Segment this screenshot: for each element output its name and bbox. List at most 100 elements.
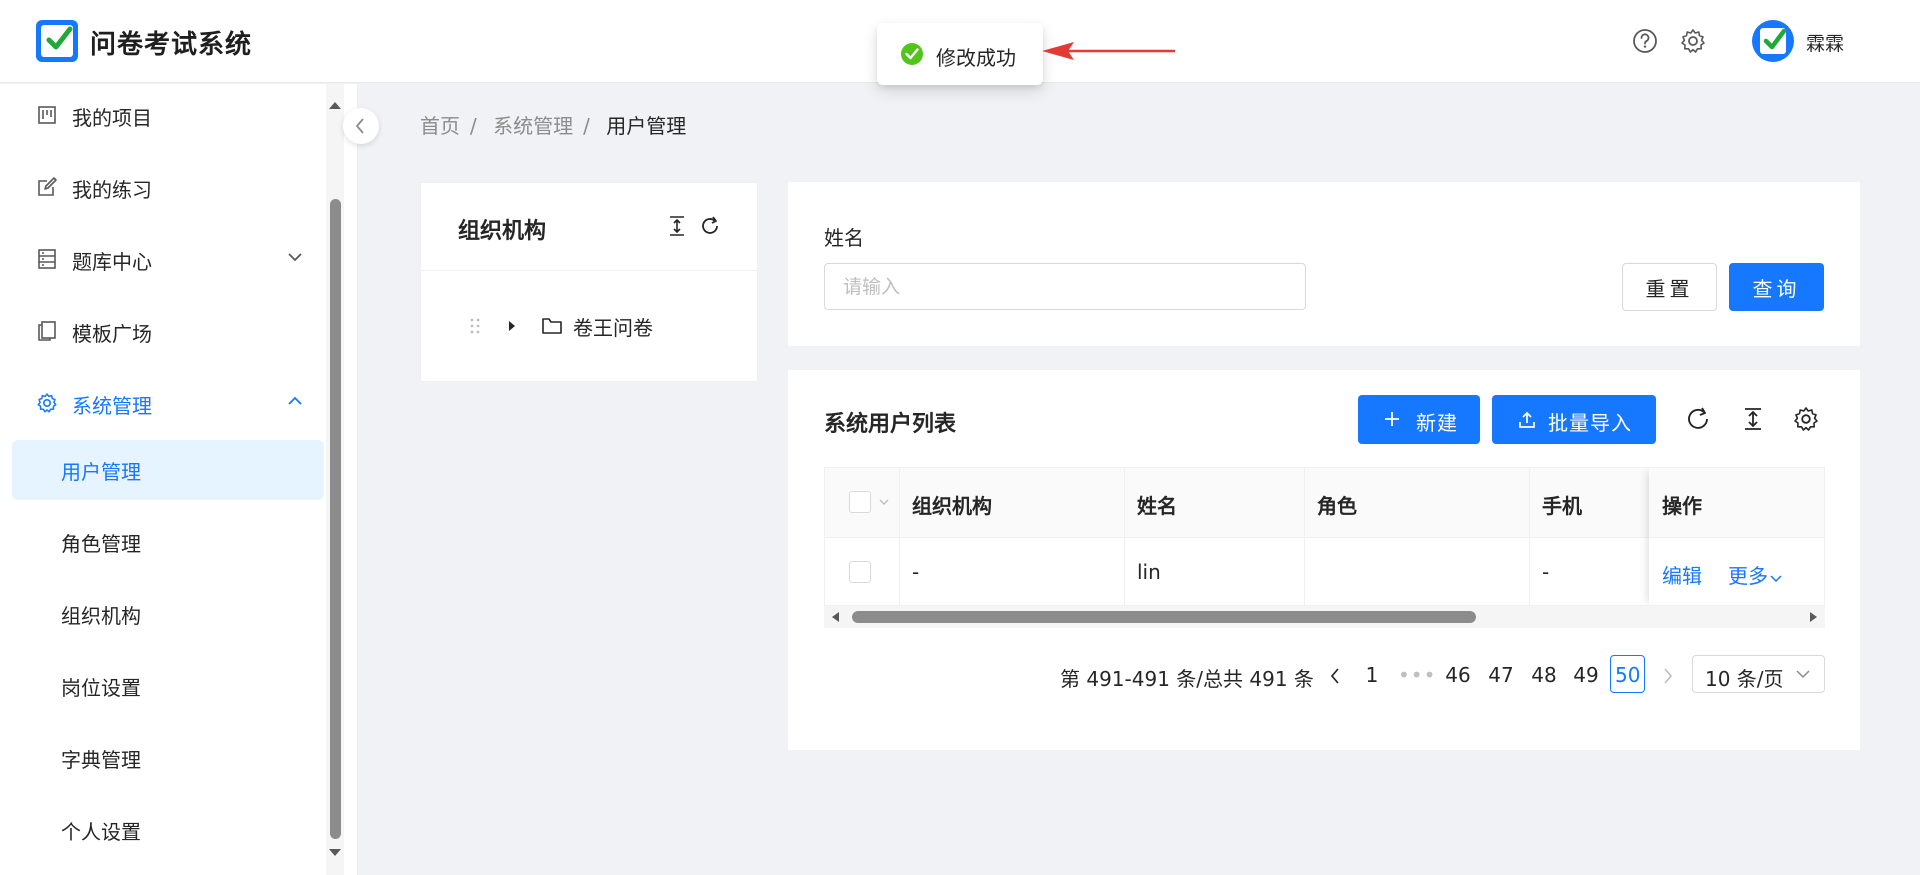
reload-icon[interactable] — [699, 215, 721, 237]
sidebar-subitem-label: 组织机构 — [61, 604, 141, 628]
gear-icon — [37, 393, 57, 413]
cell-role — [1305, 538, 1530, 605]
tree-node[interactable]: 卷王问卷 — [469, 311, 729, 341]
logo-icon — [36, 20, 78, 62]
success-toast: 修改成功 — [877, 23, 1043, 85]
sidebar-item-system-management[interactable]: 系统管理 — [12, 374, 324, 434]
copy-icon — [38, 321, 56, 341]
sidebar-subitem-positions[interactable]: 岗位设置 — [12, 656, 324, 716]
project-icon — [38, 106, 56, 124]
more-dropdown[interactable]: 更多 — [1728, 560, 1782, 589]
search-form: 姓名 重置 查询 — [788, 182, 1860, 346]
scrollbar-thumb[interactable] — [852, 611, 1476, 623]
column-header-org[interactable]: 组织机构 — [900, 468, 1125, 537]
sidebar-item-question-bank[interactable]: 题库中心 — [12, 230, 324, 290]
reset-button[interactable]: 重置 — [1622, 263, 1717, 311]
page-ellipsis[interactable]: ••• — [1398, 663, 1436, 687]
chevron-left-icon — [355, 118, 364, 134]
red-arrow-annotation — [1042, 42, 1175, 60]
table-horizontal-scrollbar[interactable] — [824, 606, 1825, 628]
sidebar: 我的项目 我的练习 题库中心 模板广场 系统管理 用户管理 角色管理 组织机构 … — [0, 84, 358, 875]
name-search-input[interactable] — [824, 263, 1306, 310]
page-1[interactable]: 1 — [1358, 663, 1386, 687]
breadcrumb-system[interactable]: 系统管理 — [493, 114, 573, 138]
column-header-actions: 操作 — [1649, 468, 1824, 538]
column-header-role[interactable]: 角色 — [1305, 468, 1530, 537]
edit-link[interactable]: 编辑 — [1662, 560, 1702, 589]
org-panel-title: 组织机构 — [458, 219, 547, 244]
chevron-down-icon — [288, 253, 302, 262]
avatar[interactable] — [1752, 20, 1794, 62]
sidebar-item-label: 我的练习 — [72, 178, 152, 202]
prev-page-icon[interactable] — [1330, 668, 1340, 684]
user-list-title: 系统用户列表 — [824, 412, 957, 437]
batch-import-button[interactable]: 批量导入 — [1492, 395, 1656, 444]
column-header-name[interactable]: 姓名 — [1125, 468, 1305, 537]
pagination-total: 第 491-491 条/总共 491 条 — [1060, 667, 1314, 691]
app-title: 问卷考试系统 — [90, 30, 253, 60]
sidebar-collapse-button[interactable] — [343, 108, 379, 144]
upload-icon — [1519, 411, 1535, 428]
sidebar-subitem-label: 字典管理 — [61, 748, 141, 772]
sidebar-subitem-label: 个人设置 — [61, 820, 141, 844]
sidebar-item-label: 题库中心 — [72, 250, 152, 274]
sidebar-subitem-label: 角色管理 — [61, 532, 141, 556]
reload-icon[interactable] — [1685, 406, 1711, 432]
chevron-up-icon — [288, 396, 302, 405]
chevron-down-icon[interactable] — [879, 499, 889, 506]
column-height-icon[interactable] — [666, 215, 688, 237]
new-user-button[interactable]: 新建 — [1358, 395, 1480, 444]
column-height-icon[interactable] — [1740, 406, 1766, 432]
sidebar-subitem-user-management[interactable]: 用户管理 — [12, 440, 324, 500]
page-49[interactable]: 49 — [1572, 663, 1600, 687]
sidebar-item-label: 我的项目 — [72, 106, 152, 130]
page-48[interactable]: 48 — [1530, 663, 1558, 687]
org-tree-panel: 组织机构 卷王问卷 — [420, 182, 758, 382]
cell-name: lin — [1125, 538, 1305, 605]
username[interactable]: 霖霖 — [1806, 29, 1844, 56]
sidebar-item-my-practice[interactable]: 我的练习 — [12, 158, 324, 218]
database-icon — [38, 249, 56, 269]
page-50-current[interactable]: 50 — [1610, 655, 1646, 693]
user-table: 组织机构 姓名 角色 手机 - lin - 操作 编辑 更多 — [824, 467, 1825, 606]
query-button[interactable]: 查询 — [1729, 263, 1824, 311]
question-circle-icon[interactable] — [1631, 27, 1659, 55]
gear-icon[interactable] — [1793, 406, 1819, 432]
check-circle-icon — [901, 43, 923, 65]
user-list-panel: 系统用户列表 新建 批量导入 组织机构 姓名 角色 手机 - lin - 操作 … — [788, 370, 1860, 750]
scroll-left-arrow-icon[interactable] — [830, 611, 840, 623]
scroll-up-arrow-icon[interactable] — [328, 100, 342, 110]
sidebar-subitem-dictionary[interactable]: 字典管理 — [12, 728, 324, 788]
cell-org: - — [900, 538, 1125, 605]
sidebar-item-label: 模板广场 — [72, 322, 152, 346]
row-checkbox[interactable] — [849, 561, 871, 583]
chevron-down-icon — [1770, 575, 1782, 583]
page-size-select[interactable]: 10 条/页 — [1692, 655, 1825, 693]
scroll-down-arrow-icon[interactable] — [328, 848, 342, 858]
scroll-right-arrow-icon[interactable] — [1809, 611, 1819, 623]
sidebar-item-template-plaza[interactable]: 模板广场 — [12, 302, 324, 362]
tree-node-label: 卷王问卷 — [573, 316, 653, 340]
sidebar-subitem-personal-settings[interactable]: 个人设置 — [12, 800, 324, 860]
sidebar-subitem-role-management[interactable]: 角色管理 — [12, 512, 324, 572]
plus-icon — [1385, 412, 1399, 426]
breadcrumb-current: 用户管理 — [606, 114, 687, 138]
sidebar-scrollbar-thumb[interactable] — [330, 199, 341, 839]
toast-message: 修改成功 — [936, 46, 1016, 70]
pagination: 第 491-491 条/总共 491 条 1 ••• 46 47 48 49 5… — [788, 655, 1860, 695]
sidebar-subitem-label: 用户管理 — [61, 460, 141, 484]
breadcrumb: 首页 / 系统管理 / 用户管理 — [420, 114, 687, 138]
gear-icon[interactable] — [1679, 27, 1707, 55]
select-all-checkbox[interactable] — [849, 491, 871, 513]
caret-right-icon[interactable] — [507, 320, 517, 332]
next-page-icon[interactable] — [1663, 668, 1673, 684]
sidebar-subitem-organization[interactable]: 组织机构 — [12, 584, 324, 644]
drag-handle-icon[interactable] — [469, 317, 481, 335]
page-46[interactable]: 46 — [1444, 663, 1472, 687]
edit-icon — [38, 177, 57, 196]
page-47[interactable]: 47 — [1487, 663, 1515, 687]
name-field-label: 姓名 — [824, 226, 864, 250]
folder-icon — [542, 318, 562, 334]
breadcrumb-home[interactable]: 首页 — [420, 114, 460, 138]
sidebar-item-my-projects[interactable]: 我的项目 — [12, 86, 324, 146]
